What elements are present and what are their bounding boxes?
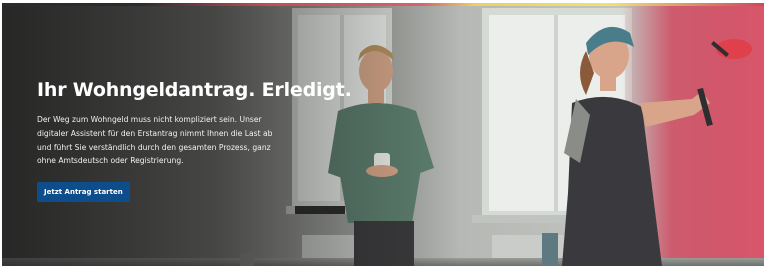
hero-content: Ihr Wohngeldantrag. Erledigt. Der Weg zu… [37,77,352,203]
hero-banner: Ihr Wohngeldantrag. Erledigt. Der Weg zu… [2,3,764,266]
hero-headline: Ihr Wohngeldantrag. Erledigt. [37,79,352,101]
hero-description: Der Weg zum Wohngeld muss nicht komplizi… [37,115,273,166]
top-color-strip [2,3,764,6]
start-application-button[interactable]: Jetzt Antrag starten [37,182,130,203]
